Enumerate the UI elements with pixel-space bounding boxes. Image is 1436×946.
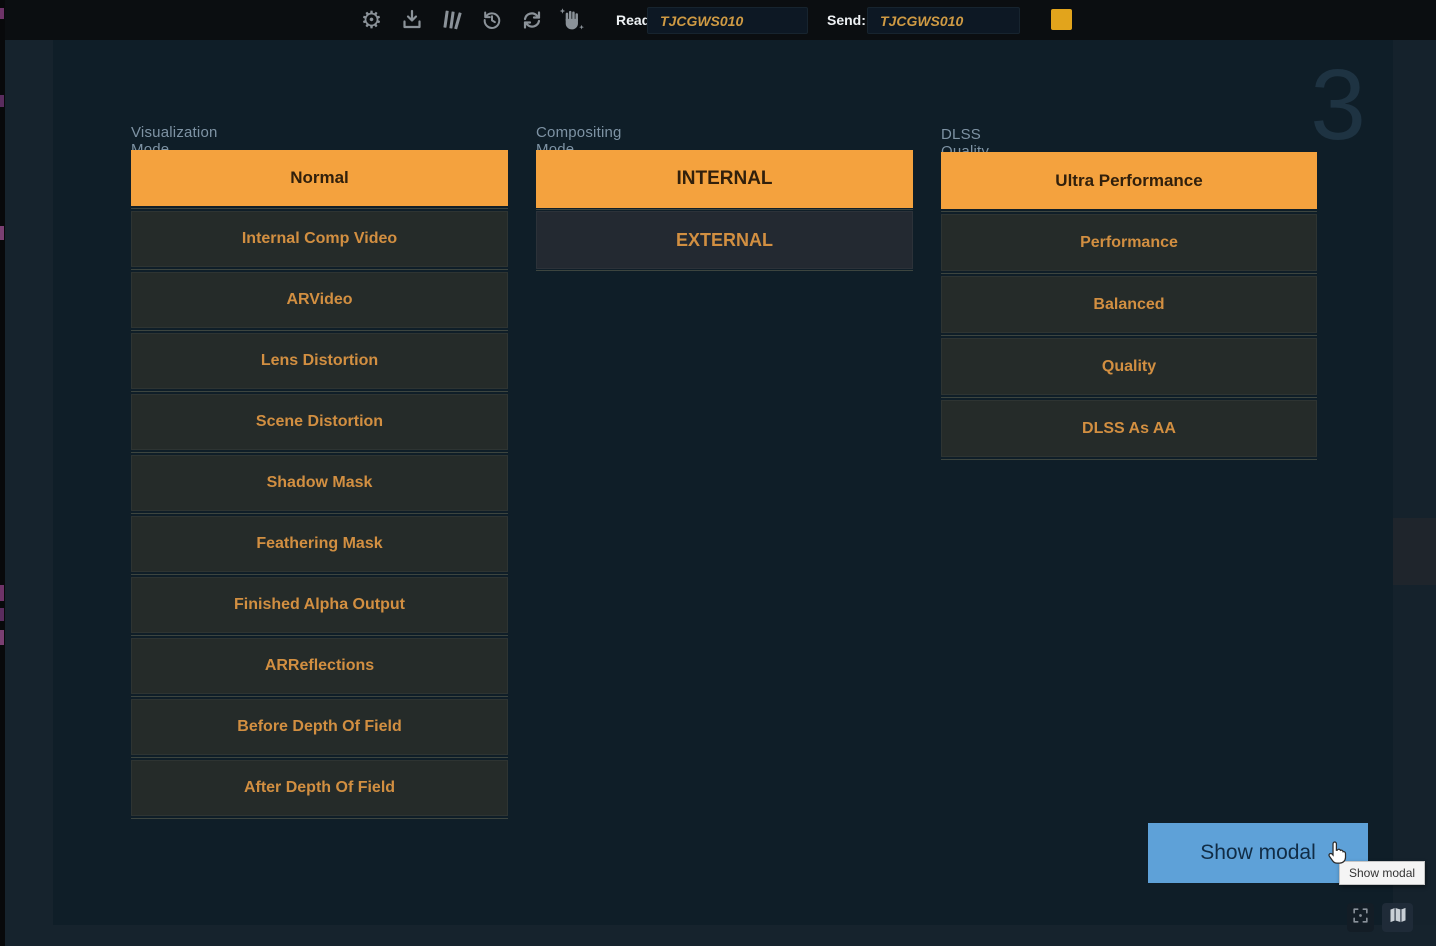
gear-icon: ⚙	[361, 8, 383, 32]
option-arvideo[interactable]: ARVideo	[131, 272, 508, 328]
right-edge-strip	[1393, 40, 1436, 925]
page-number-watermark: 3	[1303, 50, 1373, 160]
option-quality[interactable]: Quality	[941, 338, 1317, 395]
toolbar-icon-group: ⚙	[358, 0, 585, 40]
video-noise-speck	[0, 226, 4, 240]
option-dlss-as-aa[interactable]: DLSS As AA	[941, 400, 1317, 457]
option-lens-distortion[interactable]: Lens Distortion	[131, 333, 508, 389]
top-toolbar: ⚙	[0, 0, 1436, 40]
option-ultra-performance[interactable]: Ultra Performance	[941, 152, 1317, 209]
option-external[interactable]: EXTERNAL	[536, 211, 913, 269]
app-window: ⚙	[0, 0, 1436, 946]
option-shadow-mask[interactable]: Shadow Mask	[131, 455, 508, 511]
send-label: Send:	[827, 12, 866, 28]
option-feathering-mask[interactable]: Feathering Mask	[131, 516, 508, 572]
fit-view-button[interactable]	[1347, 903, 1374, 932]
video-noise-speck	[0, 630, 4, 645]
video-noise-speck	[0, 608, 4, 621]
left-edge-artifact	[0, 0, 5, 946]
status-indicator	[1051, 9, 1072, 30]
video-noise-speck	[0, 585, 4, 601]
option-performance[interactable]: Performance	[941, 214, 1317, 271]
option-scene-distortion[interactable]: Scene Distortion	[131, 394, 508, 450]
visualization-mode-list: Normal Internal Comp Video ARVideo Lens …	[131, 150, 508, 821]
send-input[interactable]	[867, 7, 1020, 34]
refresh-button[interactable]	[518, 7, 545, 34]
option-after-depth-of-field[interactable]: After Depth Of Field	[131, 760, 508, 816]
history-icon	[480, 8, 504, 32]
settings-button[interactable]: ⚙	[358, 7, 385, 34]
option-internal[interactable]: INTERNAL	[536, 150, 913, 208]
library-button[interactable]	[438, 7, 465, 34]
magic-hand-icon	[559, 7, 585, 33]
magic-hand-button[interactable]	[558, 7, 585, 34]
video-noise-speck	[0, 95, 4, 107]
dlss-quality-list: Ultra Performance Performance Balanced Q…	[941, 152, 1317, 462]
right-edge-block	[1393, 518, 1436, 585]
map-icon	[1388, 905, 1408, 930]
download-button[interactable]	[398, 7, 425, 34]
show-modal-button[interactable]: Show modal	[1148, 823, 1368, 883]
history-button[interactable]	[478, 7, 505, 34]
option-finished-alpha-output[interactable]: Finished Alpha Output	[131, 577, 508, 633]
option-normal[interactable]: Normal	[131, 150, 508, 206]
download-icon	[400, 8, 424, 32]
option-before-depth-of-field[interactable]: Before Depth Of Field	[131, 699, 508, 755]
refresh-icon	[520, 8, 544, 32]
compositing-mode-list: INTERNAL EXTERNAL	[536, 150, 913, 272]
map-button[interactable]	[1382, 903, 1413, 932]
option-arreflections[interactable]: ARReflections	[131, 638, 508, 694]
show-modal-tooltip: Show modal	[1339, 861, 1425, 885]
read-input[interactable]	[647, 7, 808, 34]
library-books-icon	[440, 8, 464, 32]
video-noise-speck	[0, 8, 4, 19]
option-balanced[interactable]: Balanced	[941, 276, 1317, 333]
fit-view-icon	[1351, 906, 1370, 930]
option-internal-comp-video[interactable]: Internal Comp Video	[131, 211, 508, 267]
